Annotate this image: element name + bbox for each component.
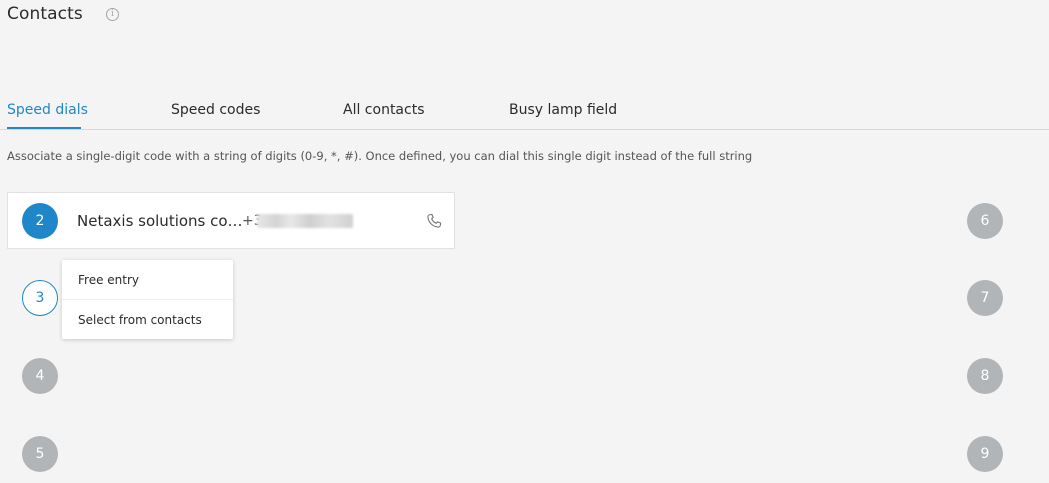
page-title: Contacts (7, 4, 83, 24)
speed-dial-slot-3[interactable]: 3 (22, 280, 58, 316)
speed-dial-digit-badge: 2 (22, 203, 58, 239)
contacts-page: Contacts i Speed dials Speed codes All c… (0, 0, 1049, 483)
speed-dial-slot-4[interactable]: 4 (22, 358, 58, 394)
tab-all-contacts[interactable]: All contacts (343, 102, 425, 118)
speed-dial-contact-name: Netaxis solutions co… (77, 212, 243, 230)
add-speed-dial-menu: Free entry Select from contacts (62, 260, 233, 339)
redacted-number (257, 214, 353, 228)
tab-busy-lamp-field[interactable]: Busy lamp field (509, 102, 617, 118)
speed-dial-slot-6[interactable]: 6 (967, 203, 1003, 239)
menu-item-select-from-contacts[interactable]: Select from contacts (78, 313, 202, 327)
speed-dial-digit-badge[interactable]: 9 (967, 436, 1003, 472)
speed-dials-description: Associate a single-digit code with a str… (7, 149, 753, 163)
speed-dial-digit-badge[interactable]: 3 (22, 280, 58, 316)
speed-dial-card-2[interactable]: 2 Netaxis solutions co… +3 (7, 192, 455, 249)
speed-dial-digit-badge[interactable]: 6 (967, 203, 1003, 239)
phone-icon[interactable] (425, 212, 443, 230)
tab-bar: Speed dials Speed codes All contacts Bus… (0, 98, 1049, 130)
menu-item-free-entry[interactable]: Free entry (78, 273, 139, 287)
speed-dial-digit-badge[interactable]: 7 (967, 280, 1003, 316)
active-tab-indicator (7, 127, 81, 129)
speed-dial-slot-7[interactable]: 7 (967, 280, 1003, 316)
tab-speed-dials[interactable]: Speed dials (7, 102, 88, 118)
speed-dial-digit-badge[interactable]: 8 (967, 358, 1003, 394)
speed-dial-digit-badge[interactable]: 4 (22, 358, 58, 394)
tab-speed-codes[interactable]: Speed codes (171, 102, 260, 118)
speed-dial-slot-9[interactable]: 9 (967, 436, 1003, 472)
speed-dial-digit-badge[interactable]: 5 (22, 436, 58, 472)
speed-dial-slot-8[interactable]: 8 (967, 358, 1003, 394)
speed-dial-slot-5[interactable]: 5 (22, 436, 58, 472)
info-icon[interactable]: i (106, 8, 119, 21)
menu-divider (62, 299, 233, 300)
